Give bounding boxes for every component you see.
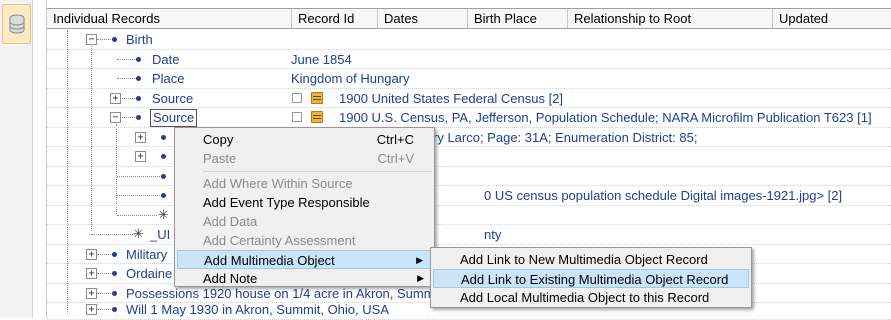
row-label: Place (152, 71, 185, 86)
tree-connector (117, 214, 157, 216)
row-label: Source (152, 90, 194, 106)
row-label-selected[interactable]: Source (150, 109, 198, 127)
node-bullet-icon (136, 56, 141, 62)
shortcut-label: Ctrl+V (377, 151, 414, 166)
expand-icon[interactable]: + (110, 92, 121, 104)
node-bullet-icon (161, 154, 166, 159)
menu-item-add-event-type-responsible[interactable]: Add Event Type Responsible (177, 193, 432, 212)
row-value: nty (484, 227, 502, 242)
context-menu: Copy Ctrl+C Paste Ctrl+V Add Where Withi… (174, 127, 435, 287)
column-header-relationship[interactable]: Relationship to Root (567, 9, 772, 28)
menu-item-paste[interactable]: Paste Ctrl+V (177, 149, 432, 168)
tree-connector (117, 58, 137, 60)
submenu-item-add-local[interactable]: Add Local Multimedia Object to this Reco… (433, 288, 749, 307)
asterisk-icon: ✳ (158, 206, 169, 222)
database-icon (9, 14, 24, 34)
menu-item-label: Add Certainty Assessment (203, 233, 356, 248)
collapse-icon[interactable]: − (86, 34, 97, 45)
column-header-updated[interactable]: Updated (772, 9, 891, 28)
scroll-gutter (33, 0, 47, 318)
menu-item-label: Add Note (203, 271, 258, 286)
node-bullet-icon (112, 37, 117, 42)
tree-row-place[interactable]: Place Kingdom of Hungary (47, 69, 891, 89)
expand-icon[interactable]: + (135, 151, 146, 162)
tree-row-birth[interactable]: − Birth (47, 30, 891, 50)
source-citation-icon (311, 91, 323, 104)
menu-item-label: Add Where Within Source (203, 176, 353, 191)
submenu-item-link-existing[interactable]: Add Link to Existing Multimedia Object R… (433, 269, 749, 288)
row-checkbox[interactable] (292, 92, 302, 103)
row-value: 1900 United States Federal Census [2] (339, 90, 564, 106)
row-label: Birth (126, 32, 153, 47)
tree-connector (117, 175, 162, 177)
collapse-icon[interactable]: − (110, 112, 121, 123)
expand-icon[interactable]: + (86, 304, 97, 315)
column-header-record-id[interactable]: Record Id (291, 9, 377, 28)
submenu-arrow-icon: ▶ (416, 255, 423, 265)
column-header-birth-place[interactable]: Birth Place (467, 9, 567, 28)
row-label: Military (126, 246, 168, 262)
tree-connector (91, 234, 135, 235)
menu-item-label: Add Link to Existing Multimedia Object R… (461, 272, 729, 287)
menu-item-copy[interactable]: Copy Ctrl+C (177, 130, 432, 149)
menu-item-label: Add Data (203, 214, 258, 229)
row-value: ry Larco; Page: 31A; Enumeration Distric… (433, 129, 698, 145)
expand-icon[interactable]: + (86, 268, 97, 279)
menu-item-add-note[interactable]: Add Note ▶ (177, 269, 432, 288)
node-bullet-icon (136, 115, 141, 120)
asterisk-icon: ✳ (133, 226, 144, 241)
tree-connector (117, 78, 137, 79)
menu-item-label: Add Local Multimedia Object to this Reco… (460, 290, 710, 305)
row-value: June 1854 (291, 51, 352, 67)
submenu-arrow-icon: ▶ (417, 273, 424, 283)
node-bullet-icon (112, 307, 117, 312)
menu-item-label: Add Event Type Responsible (203, 195, 370, 210)
tree-connector (117, 195, 162, 196)
expand-icon[interactable]: + (86, 287, 97, 299)
node-bullet-icon (112, 251, 117, 257)
node-bullet-icon (136, 76, 141, 81)
multimedia-submenu: Add Link to New Multimedia Object Record… (430, 247, 752, 308)
tree-row-source-2[interactable]: − Source 1900 U.S. Census, PA, Jefferson… (47, 108, 891, 128)
row-checkbox[interactable] (292, 112, 302, 122)
source-citation-icon (311, 111, 323, 123)
menu-item-add-where-within-source[interactable]: Add Where Within Source (177, 174, 432, 193)
tree-row-source-1[interactable]: + Source 1900 United States Federal Cens… (47, 89, 891, 108)
menu-item-add-multimedia-object[interactable]: Add Multimedia Object ▶ (177, 250, 432, 269)
column-header-individual-records[interactable]: Individual Records (47, 9, 291, 28)
tree-connector (122, 97, 137, 99)
menu-separator (203, 171, 432, 172)
column-header-dates[interactable]: Dates (377, 9, 467, 28)
row-label: _UI (150, 227, 171, 242)
grid-header: Individual Records Record Id Dates Birth… (47, 8, 891, 29)
database-button[interactable] (2, 4, 31, 44)
node-bullet-icon (161, 134, 166, 140)
row-label: Will 1 May 1930 in Akron, Summit, Ohio, … (126, 302, 389, 317)
expand-icon[interactable]: + (135, 131, 146, 143)
menu-item-label: Copy (203, 132, 234, 147)
node-bullet-icon (112, 271, 117, 276)
tree-row-date[interactable]: Date June 1854 (47, 50, 891, 69)
node-bullet-icon (161, 173, 166, 179)
row-value: 1900 U.S. Census, PA, Jefferson, Populat… (339, 110, 872, 125)
tree-connector (122, 117, 137, 118)
node-bullet-icon (161, 193, 166, 198)
node-bullet-icon (112, 290, 117, 296)
menu-item-label: Add Multimedia Object (204, 253, 335, 268)
row-label: Ordaine (126, 266, 173, 281)
menu-item-label: Add Link to New Multimedia Object Record (460, 252, 708, 267)
left-toolbar (0, 0, 33, 318)
row-label: Date (152, 51, 180, 67)
menu-item-add-certainty-assessment[interactable]: Add Certainty Assessment (177, 231, 432, 250)
shortcut-label: Ctrl+C (376, 132, 414, 147)
row-value: Kingdom of Hungary (291, 71, 410, 86)
submenu-item-link-new[interactable]: Add Link to New Multimedia Object Record (433, 250, 749, 269)
node-bullet-icon (136, 95, 141, 101)
expand-icon[interactable]: + (86, 248, 97, 260)
row-value: 0 US census population schedule Digital … (484, 188, 843, 203)
menu-item-label: Paste (203, 151, 237, 166)
menu-item-add-data[interactable]: Add Data (177, 212, 432, 231)
